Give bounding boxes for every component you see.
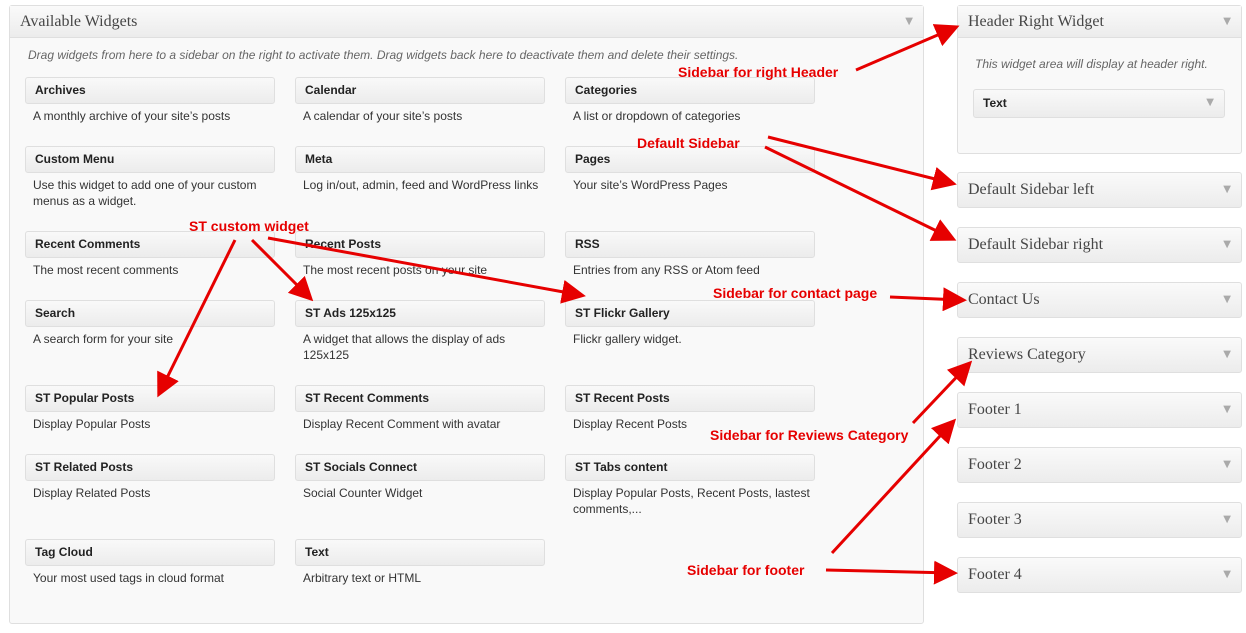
available-widgets-header[interactable]: Available Widgets ▼ xyxy=(10,6,923,38)
widget-description: Display Popular Posts, Recent Posts, las… xyxy=(573,486,810,516)
widget-description: Use this widget to add one of your custo… xyxy=(33,178,257,208)
widget-tag-cloud[interactable]: Tag Cloud xyxy=(25,539,275,566)
widget-st-ads-125x125[interactable]: ST Ads 125x125 xyxy=(295,300,545,327)
available-widgets-title: Available Widgets xyxy=(20,13,138,30)
widget-st-recent-posts[interactable]: ST Recent Posts xyxy=(565,385,815,412)
widget-search[interactable]: Search xyxy=(25,300,275,327)
sidebar-header-right-title-bar[interactable]: Header Right Widget ▼ xyxy=(958,6,1241,38)
sidebar-title: Footer 2 xyxy=(968,456,1022,473)
sidebar-header-right: Header Right Widget ▼ xyxy=(957,5,1242,154)
widget-calendar[interactable]: Calendar xyxy=(295,77,545,104)
widget-description: Social Counter Widget xyxy=(303,486,423,500)
sidebar-default-sidebar-right[interactable]: Default Sidebar right ▼ xyxy=(957,227,1242,263)
widget-description: A list or dropdown of categories xyxy=(573,109,741,123)
annotation-reviews-category: Sidebar for Reviews Category xyxy=(710,427,909,443)
widget-description: Display Popular Posts xyxy=(33,417,151,431)
expand-arrow-icon[interactable]: ▼ xyxy=(1223,448,1231,482)
widget-description: Flickr gallery widget. xyxy=(573,332,682,346)
widget-st-recent-comments[interactable]: ST Recent Comments xyxy=(295,385,545,412)
sidebar-title: Default Sidebar left xyxy=(968,181,1095,198)
widget-st-socials-connect[interactable]: ST Socials Connect xyxy=(295,454,545,481)
widget-text[interactable]: Text xyxy=(295,539,545,566)
sidebar-reviews-category[interactable]: Reviews Category ▼ xyxy=(957,337,1242,373)
annotation-right-header: Sidebar for right Header xyxy=(678,64,839,80)
widget-meta[interactable]: Meta xyxy=(295,146,545,173)
annotation-default-sidebar: Default Sidebar xyxy=(637,135,740,151)
sidebar-title: Contact Us xyxy=(968,291,1040,308)
sidebar-title: Default Sidebar right xyxy=(968,236,1104,253)
widget-description: A search form for your site xyxy=(33,332,174,346)
widget-description: A calendar of your site’s posts xyxy=(303,109,463,123)
expand-arrow-icon[interactable]: ▼ xyxy=(1223,393,1231,427)
widget-description: Display Recent Comment with avatar xyxy=(303,417,501,431)
widget-archives[interactable]: Archives xyxy=(25,77,275,104)
expand-arrow-icon[interactable]: ▼ xyxy=(1223,283,1231,317)
widget-description: Your most used tags in cloud format xyxy=(33,571,224,585)
sidebar-header-right-desc: This widget area will display at header … xyxy=(975,57,1208,71)
annotation-custom-widget: ST custom widget xyxy=(189,218,309,234)
header-right-text-widget[interactable]: Text ▼ xyxy=(973,89,1225,118)
sidebar-default-sidebar-left[interactable]: Default Sidebar left ▼ xyxy=(957,172,1242,208)
expand-arrow-icon[interactable]: ▼ xyxy=(1206,90,1214,116)
widget-recent-comments[interactable]: Recent Comments xyxy=(25,231,275,258)
collapse-arrow-icon[interactable]: ▼ xyxy=(1223,6,1231,38)
widget-st-flickr-gallery[interactable]: ST Flickr Gallery xyxy=(565,300,815,327)
widget-description: A widget that allows the display of ads … xyxy=(303,332,506,362)
sidebar-footer-3[interactable]: Footer 3 ▼ xyxy=(957,502,1242,538)
sidebar-footer-2[interactable]: Footer 2 ▼ xyxy=(957,447,1242,483)
sidebar-contact-us[interactable]: Contact Us ▼ xyxy=(957,282,1242,318)
sidebar-title: Footer 3 xyxy=(968,511,1022,528)
widget-st-tabs-content[interactable]: ST Tabs content xyxy=(565,454,815,481)
sidebar-title: Reviews Category xyxy=(968,346,1086,363)
sidebar-footer-1[interactable]: Footer 1 ▼ xyxy=(957,392,1242,428)
widget-description: Entries from any RSS or Atom feed xyxy=(573,263,760,277)
widget-description: Arbitrary text or HTML xyxy=(303,571,422,585)
widget-custom-menu[interactable]: Custom Menu xyxy=(25,146,275,173)
annotation-footer: Sidebar for footer xyxy=(687,562,805,578)
collapse-arrow-icon[interactable]: ▼ xyxy=(905,6,913,38)
sidebar-footer-4[interactable]: Footer 4 ▼ xyxy=(957,557,1242,593)
widget-recent-posts[interactable]: Recent Posts xyxy=(295,231,545,258)
expand-arrow-icon[interactable]: ▼ xyxy=(1223,228,1231,262)
annotation-contact-page: Sidebar for contact page xyxy=(713,285,878,301)
sidebar-header-right-title: Header Right Widget xyxy=(968,13,1104,30)
widget-st-popular-posts[interactable]: ST Popular Posts xyxy=(25,385,275,412)
widget-st-related-posts[interactable]: ST Related Posts xyxy=(25,454,275,481)
expand-arrow-icon[interactable]: ▼ xyxy=(1223,173,1231,207)
sidebar-title: Footer 1 xyxy=(968,401,1022,418)
widget-categories[interactable]: Categories xyxy=(565,77,815,104)
expand-arrow-icon[interactable]: ▼ xyxy=(1223,558,1231,592)
expand-arrow-icon[interactable]: ▼ xyxy=(1223,503,1231,537)
sidebar-title: Footer 4 xyxy=(968,566,1022,583)
widget-description: The most recent posts on your site xyxy=(303,263,488,277)
header-right-text-widget-label: Text xyxy=(983,96,1007,110)
expand-arrow-icon[interactable]: ▼ xyxy=(1223,338,1231,372)
widget-description: The most recent comments xyxy=(33,263,179,277)
widget-description: Display Related Posts xyxy=(33,486,151,500)
widget-description: A monthly archive of your site’s posts xyxy=(33,109,231,123)
widget-description: Log in/out, admin, feed and WordPress li… xyxy=(303,178,539,192)
available-widgets-hint: Drag widgets from here to a sidebar on t… xyxy=(28,48,739,62)
widget-rss[interactable]: RSS xyxy=(565,231,815,258)
widget-description: Your site’s WordPress Pages xyxy=(573,178,728,192)
